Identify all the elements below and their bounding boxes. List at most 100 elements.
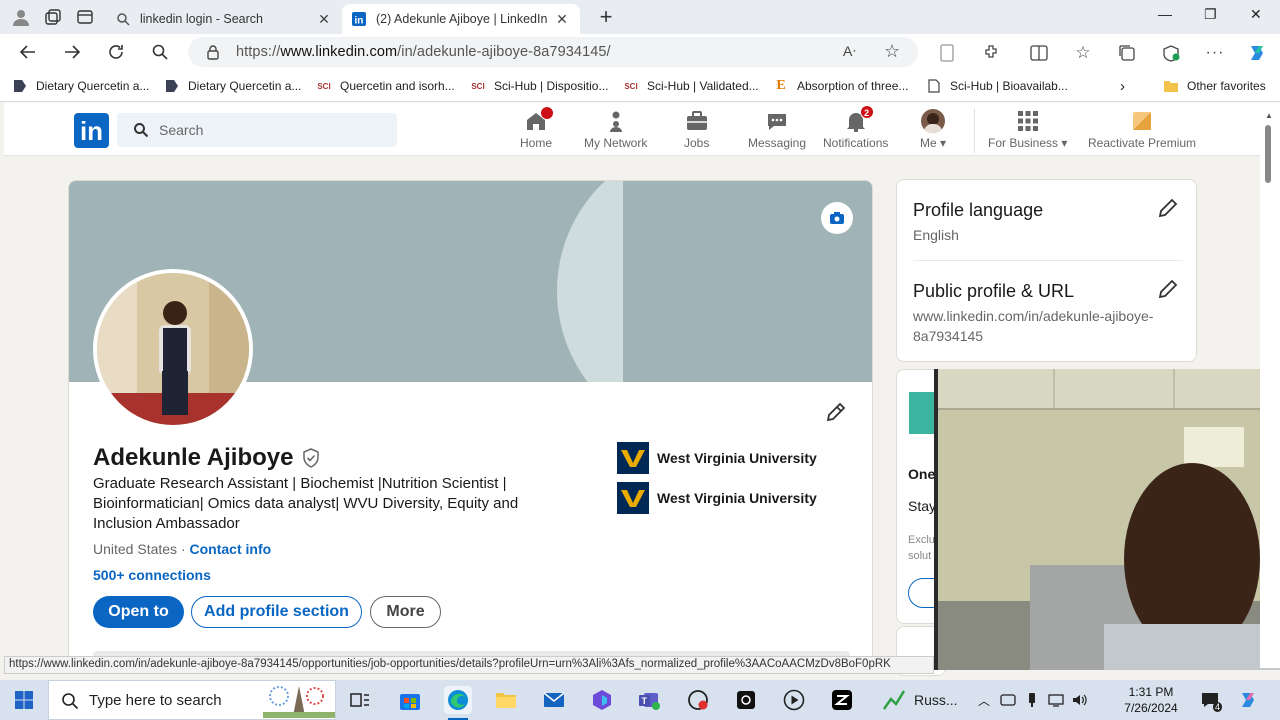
taskbar-clock[interactable]: 1:31 PM 7/26/2024 xyxy=(1118,684,1184,716)
connections-link[interactable]: 500+ connections xyxy=(93,567,211,583)
education-item[interactable]: West Virginia University xyxy=(617,482,817,514)
more-button[interactable]: More xyxy=(370,596,441,628)
reading-view-icon[interactable] xyxy=(936,42,958,64)
back-button[interactable] xyxy=(16,40,40,64)
copilot-taskbar-icon[interactable] xyxy=(1234,686,1262,714)
file-explorer-icon[interactable] xyxy=(492,686,520,714)
page-scrollbar[interactable]: ▲ xyxy=(1260,103,1280,668)
edit-language-pencil-icon[interactable] xyxy=(1157,197,1181,221)
nav-for-business[interactable]: For Business ▾ xyxy=(988,109,1067,150)
favorite-item[interactable]: Dietary Quercetin a... xyxy=(12,78,149,94)
webcam-overlay xyxy=(934,369,1280,670)
scihub-icon: SCI xyxy=(624,81,638,91)
nav-label: Me ▾ xyxy=(920,136,947,150)
microsoft-store-icon[interactable] xyxy=(396,686,424,714)
windows-start-icon[interactable] xyxy=(10,686,38,714)
address-toolbar: https://www.linkedin.com/in/adekunle-aji… xyxy=(0,34,1280,70)
show-hidden-icons-chevron-icon[interactable]: ︿ xyxy=(974,686,994,714)
scrollbar-thumb[interactable] xyxy=(1265,125,1271,183)
read-aloud-icon[interactable]: Aᐧ xyxy=(843,43,856,60)
favorite-item[interactable]: Sci-Hub | Bioavailab... xyxy=(926,78,1068,94)
home-icon xyxy=(524,106,554,133)
minimize-button[interactable]: — xyxy=(1158,6,1172,22)
tab-actions-icon[interactable] xyxy=(74,6,96,28)
restore-button[interactable]: ❐ xyxy=(1204,6,1217,23)
close-window-button[interactable]: ✕ xyxy=(1250,6,1262,23)
favorite-item[interactable]: SCI Sci-Hub | Dispositio... xyxy=(470,78,608,94)
favorites-icon[interactable]: ☆ xyxy=(1072,42,1094,64)
task-view-icon[interactable] xyxy=(346,686,374,714)
ad-image xyxy=(909,392,937,434)
nav-reactivate-premium[interactable]: Reactivate Premium xyxy=(1088,109,1196,150)
notification-center-icon[interactable]: 4 xyxy=(1196,686,1224,714)
edge-browser-icon[interactable] xyxy=(444,686,472,720)
copilot-icon[interactable] xyxy=(1246,42,1268,64)
close-tab-icon[interactable]: ✕ xyxy=(554,11,570,28)
network-icon[interactable] xyxy=(1046,686,1066,714)
nav-label: Notifications xyxy=(823,136,889,150)
mail-icon[interactable] xyxy=(540,686,568,714)
new-tab-button[interactable]: + xyxy=(594,4,618,30)
favorite-item[interactable]: SCI Quercetin and isorh... xyxy=(316,78,454,94)
wvu-logo xyxy=(617,482,649,514)
search-input[interactable]: Search xyxy=(117,113,397,147)
url-text: https://www.linkedin.com/in/adekunle-aji… xyxy=(236,44,611,60)
edit-intro-pencil-icon[interactable] xyxy=(825,401,849,425)
ad-title: One xyxy=(908,466,936,482)
recording-app-icon[interactable] xyxy=(684,686,712,714)
edit-banner-camera-icon[interactable] xyxy=(821,202,853,234)
tab-search[interactable]: linkedin login - Search ✕ xyxy=(106,4,342,34)
extensions-icon[interactable] xyxy=(980,42,1002,64)
nav-notifications[interactable]: 2 Notifications xyxy=(823,105,889,150)
meet-now-icon[interactable] xyxy=(998,686,1018,714)
volume-icon[interactable] xyxy=(1070,686,1090,714)
refresh-button[interactable] xyxy=(104,40,128,64)
contact-info-link[interactable]: Contact info xyxy=(190,541,272,557)
verified-shield-icon[interactable] xyxy=(301,448,321,468)
education-item[interactable]: West Virginia University xyxy=(617,442,817,474)
favorite-item[interactable]: Dietary Quercetin a... xyxy=(164,78,301,94)
usb-icon[interactable] xyxy=(1022,686,1042,714)
favorite-item[interactable]: SCI Sci-Hub | Validated... xyxy=(623,78,758,94)
favorite-star-icon[interactable]: ☆ xyxy=(884,41,900,62)
search-icon[interactable] xyxy=(148,40,172,64)
public-profile-url: www.linkedin.com/in/adekunle-ajiboye-8a7… xyxy=(913,308,1154,344)
messaging-icon xyxy=(765,109,789,133)
nav-me[interactable]: Me ▾ xyxy=(920,109,946,150)
avatar xyxy=(921,109,946,133)
capcut-icon[interactable] xyxy=(828,686,856,714)
open-to-button[interactable]: Open to xyxy=(93,596,184,628)
forward-button[interactable] xyxy=(60,40,84,64)
scroll-up-icon[interactable]: ▲ xyxy=(1265,111,1273,120)
camera-app-icon[interactable] xyxy=(732,686,760,714)
address-bar[interactable]: https://www.linkedin.com/in/adekunle-aji… xyxy=(188,37,918,67)
profile-icon[interactable] xyxy=(10,6,32,28)
edit-url-pencil-icon[interactable] xyxy=(1157,278,1181,302)
linkedin-logo[interactable]: in xyxy=(74,113,109,148)
close-tab-icon[interactable]: ✕ xyxy=(316,11,332,28)
notification-badge: 2 xyxy=(859,105,874,119)
nav-my-network[interactable]: My Network xyxy=(584,109,647,150)
workspaces-icon[interactable] xyxy=(42,6,64,28)
split-screen-icon[interactable] xyxy=(1028,42,1050,64)
linkedin-icon: in xyxy=(352,12,366,26)
teams-icon[interactable]: T xyxy=(636,686,664,714)
media-player-icon[interactable] xyxy=(780,686,808,714)
collections-icon[interactable] xyxy=(1116,42,1138,64)
more-menu-icon[interactable]: ··· xyxy=(1204,42,1226,64)
other-favorites[interactable]: Other favorites xyxy=(1163,78,1266,94)
add-profile-section-button[interactable]: Add profile section xyxy=(191,596,362,628)
nav-home[interactable]: Home xyxy=(520,106,554,150)
app-hexagon-icon[interactable] xyxy=(588,686,616,714)
tab-linkedin[interactable]: in (2) Adekunle Ajiboye | LinkedIn ✕ xyxy=(342,4,580,34)
lock-icon[interactable] xyxy=(206,44,220,60)
favorite-item[interactable]: E Absorption of three... xyxy=(773,78,908,94)
taskbar-search-input[interactable]: Type here to search xyxy=(48,680,336,720)
chevron-right-icon[interactable]: › xyxy=(1120,78,1125,95)
running-app-russ[interactable]: Russ... xyxy=(882,686,962,714)
search-placeholder: Search xyxy=(159,122,204,138)
nav-messaging[interactable]: Messaging xyxy=(748,109,806,150)
browser-essentials-icon[interactable] xyxy=(1160,42,1182,64)
nav-jobs[interactable]: Jobs xyxy=(684,109,709,150)
profile-photo[interactable] xyxy=(93,269,253,429)
